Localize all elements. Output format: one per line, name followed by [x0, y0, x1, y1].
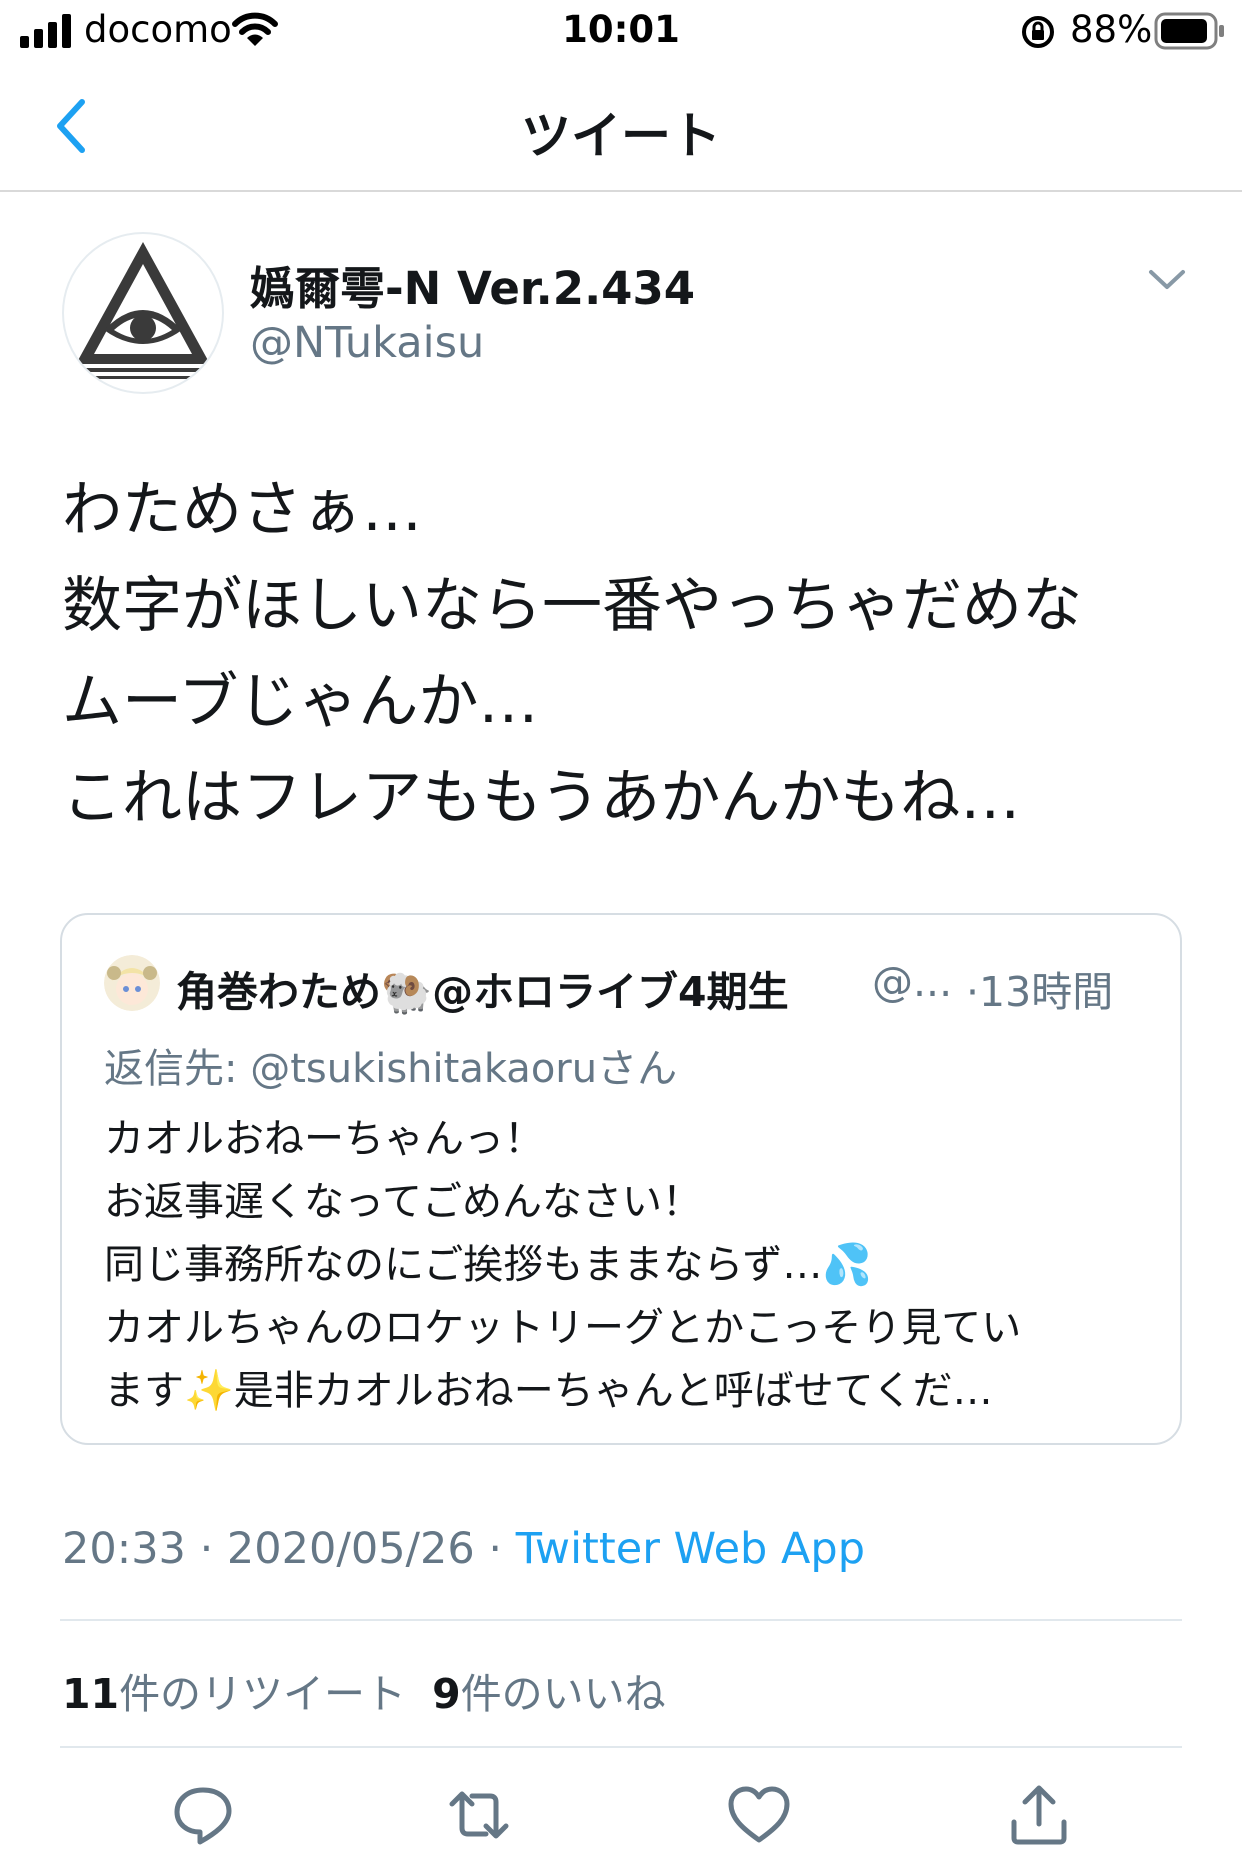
author-handle[interactable]: @NTukaisu: [250, 318, 484, 368]
likes-count: 9: [432, 1670, 461, 1718]
likes-label: 件のいいね: [460, 1670, 666, 1718]
avatar-illustration-icon: [104, 955, 160, 1011]
quoted-tweet-time: ·13時間: [966, 968, 1114, 1016]
quoted-author-avatar: [104, 955, 160, 1011]
quoted-line: 同じ事務所なのにご挨拶もままならず…💦: [104, 1242, 873, 1288]
retweets-label: 件のリツイート: [119, 1670, 407, 1718]
quoted-line: お返事遅くなってごめんなさい！: [104, 1179, 702, 1225]
tweet-stats: 11件のリツイート 9件のいいね: [62, 1660, 666, 1720]
nav-divider: [0, 190, 1242, 192]
quoted-line: カオルちゃんのロケットリーグとかこっそり見てい: [104, 1305, 1022, 1351]
quoted-author-handle: @...: [872, 958, 953, 1006]
timestamp-text: 20:33 · 2020/05/26 ·: [62, 1524, 516, 1574]
quoted-tweet-text: カオルおねーちゃんっ！ お返事遅くなってごめんなさい！ 同じ事務所なのにご挨拶も…: [104, 1108, 1164, 1423]
tweet-line: これはフレアももうあかんかもね…: [62, 763, 1021, 833]
quoted-author-name-text: 角巻わため: [176, 968, 381, 1016]
quoted-line: ます✨是非カオルおねーちゃんと呼ばせてくだ…: [104, 1368, 993, 1414]
eye-pyramid-icon: [76, 242, 210, 379]
chevron-down-icon[interactable]: [1148, 268, 1186, 292]
tweet-line: わためさぁ…: [62, 475, 422, 545]
tweet-timestamp: 20:33 · 2020/05/26 · Twitter Web App: [62, 1524, 865, 1574]
reply-icon[interactable]: [170, 1782, 236, 1848]
battery-icon: [1154, 12, 1224, 50]
share-icon[interactable]: [1006, 1782, 1072, 1848]
status-bar: docomo 10:01 88%: [0, 0, 1242, 62]
retweet-icon[interactable]: [446, 1782, 512, 1848]
page-title: ツイート: [521, 107, 721, 165]
divider: [60, 1619, 1182, 1621]
author-avatar[interactable]: [62, 232, 224, 394]
quoted-reply-to: 返信先: @tsukishitakaoruさん: [104, 1046, 678, 1092]
author-name[interactable]: 嬀爾雩-N Ver.2.434: [250, 252, 695, 317]
retweets-count: 11: [62, 1670, 120, 1718]
source-link[interactable]: Twitter Web App: [516, 1524, 865, 1574]
battery-percent: 88%: [1070, 8, 1153, 51]
sheep-emoji: 🐏: [381, 968, 433, 1016]
quoted-author-name-suffix: @ホロライブ4期生: [432, 968, 789, 1016]
like-icon[interactable]: [726, 1782, 792, 1848]
tweet-line: ムーブじゃんか…: [62, 667, 539, 737]
tweet-text: わためさぁ… 数字がほしいなら一番やっちゃだめな ムーブじゃんか… これはフレア…: [62, 462, 1182, 846]
likes-stat[interactable]: 9件のいいね: [432, 1670, 666, 1718]
retweets-stat[interactable]: 11件のリツイート: [62, 1670, 406, 1718]
divider: [60, 1746, 1182, 1748]
orientation-lock-icon: [1022, 16, 1054, 48]
quoted-line: カオルおねーちゃんっ！: [104, 1116, 544, 1162]
quoted-author-name[interactable]: 角巻わため🐏@ホロライブ4期生: [176, 958, 789, 1018]
tweet-line: 数字がほしいなら一番やっちゃだめな: [62, 571, 1082, 641]
